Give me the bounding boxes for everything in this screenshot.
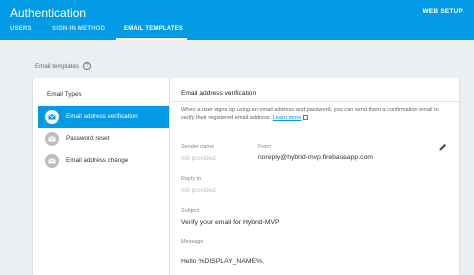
sidebar-item-email-verification[interactable]: Email address verification — [38, 106, 169, 128]
template-editor: Email address verification When a user s… — [171, 78, 459, 275]
from-value: noreply@hybrid-mvp.firebaseapp.com — [258, 154, 373, 161]
sidebar-heading: Email Types — [47, 91, 82, 98]
section-title: Email templates — [35, 63, 80, 70]
message-label: Message — [181, 239, 204, 245]
subject-value: Verify your email for Hybrid-MVP — [181, 219, 280, 226]
message-value: Hello %DISPLAY_NAME%, — [181, 258, 264, 265]
active-tab-indicator — [116, 38, 187, 40]
divider — [171, 101, 459, 102]
web-setup-button[interactable]: WEB SETUP — [423, 8, 463, 15]
key-icon — [45, 132, 59, 146]
template-title: Email address verification — [181, 90, 257, 97]
tab-users[interactable]: USERS — [10, 26, 32, 32]
template-description: When a user signs up using an email addr… — [181, 106, 451, 122]
sidebar-item-label: Email address verification — [66, 113, 138, 120]
sender-name-label: Sender name — [181, 144, 215, 150]
sidebar-item-email-change[interactable]: Email address change — [38, 150, 169, 172]
app-header: Authentication WEB SETUP USERS SIGN-IN M… — [0, 0, 474, 40]
from-label: From — [258, 144, 271, 150]
mail-change-icon — [45, 154, 59, 168]
edit-icon[interactable] — [438, 142, 448, 152]
tab-sign-in-method[interactable]: SIGN-IN METHOD — [52, 26, 105, 32]
reply-to-value: not provided — [181, 187, 216, 194]
email-templates-card: Email Types Email address verification P… — [33, 78, 459, 275]
subject-label: Subject — [181, 208, 200, 214]
external-link-icon — [303, 114, 309, 120]
sender-name-value: not provided — [181, 155, 216, 162]
learn-more-link[interactable]: Learn more — [273, 115, 302, 121]
reply-to-label: Reply to — [181, 176, 202, 182]
help-circle-icon[interactable]: ? — [83, 62, 91, 70]
tab-bar: USERS SIGN-IN METHOD EMAIL TEMPLATES — [0, 22, 474, 40]
sidebar-item-password-reset[interactable]: Password reset — [38, 128, 169, 150]
mail-icon — [45, 110, 59, 124]
sidebar-item-label: Password reset — [66, 135, 110, 142]
sidebar-item-label: Email address change — [66, 157, 129, 164]
tab-email-templates[interactable]: EMAIL TEMPLATES — [124, 26, 183, 32]
email-types-sidebar: Email Types Email address verification P… — [33, 78, 170, 275]
description-text: When a user signs up using an email addr… — [181, 107, 439, 121]
page-title: Authentication — [10, 6, 87, 20]
